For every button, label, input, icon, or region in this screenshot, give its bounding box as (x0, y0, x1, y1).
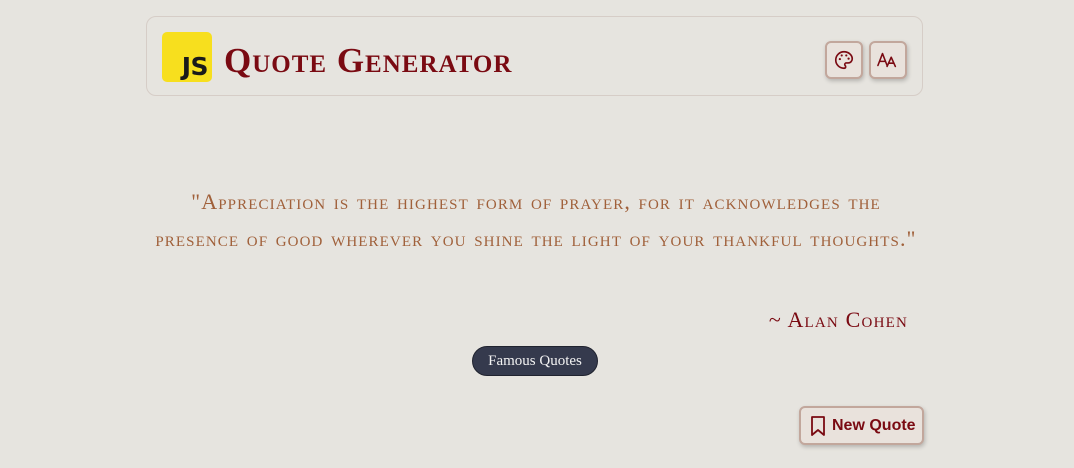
app-header: JS Quote Generator (146, 16, 923, 96)
font-size-icon (877, 52, 897, 68)
font-size-button[interactable] (869, 41, 907, 79)
new-quote-label: New Quote (832, 416, 916, 434)
quote-author: ~ Alan Cohen (768, 307, 908, 332)
category-tag[interactable]: Famous Quotes (472, 346, 598, 376)
theme-button[interactable] (825, 41, 863, 79)
js-logo: JS (162, 32, 212, 82)
quote-text: "Appreciation is the highest form of pra… (155, 189, 917, 251)
logo-text: JS (181, 52, 209, 81)
category-tag-label: Famous Quotes (488, 352, 582, 369)
palette-icon (835, 50, 854, 70)
page-title: Quote Generator (224, 41, 513, 80)
new-quote-button[interactable]: New Quote (799, 406, 924, 445)
bookmark-icon (811, 415, 825, 436)
